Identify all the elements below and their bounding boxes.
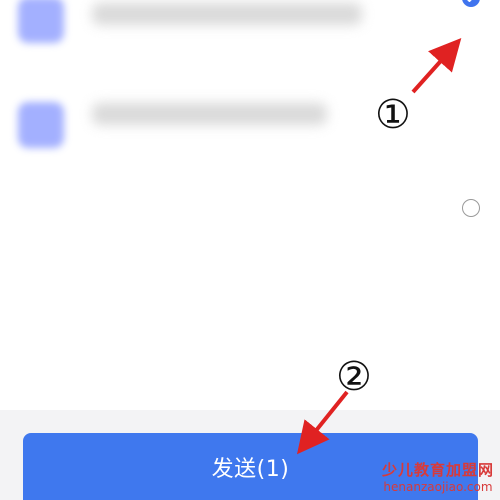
select-checkbox-checked[interactable] — [462, 0, 480, 7]
list-item[interactable] — [0, 80, 500, 217]
contact-avatar — [18, 102, 64, 148]
list-item[interactable] — [0, 0, 500, 65]
contact-name-blurred — [92, 3, 362, 25]
select-checkbox-unchecked[interactable] — [462, 199, 480, 217]
check-icon — [467, 0, 472, 2]
watermark-title: 少儿教育加盟网 — [381, 461, 494, 479]
watermark-url: henanzaojiao.com — [383, 480, 493, 494]
step-1-label: ① — [375, 92, 411, 138]
contact-avatar — [18, 0, 64, 43]
contact-name-blurred — [92, 103, 327, 125]
watermark: 少儿教育加盟网 henanzaojiao.com — [382, 459, 494, 494]
step-2-label: ② — [336, 354, 372, 400]
